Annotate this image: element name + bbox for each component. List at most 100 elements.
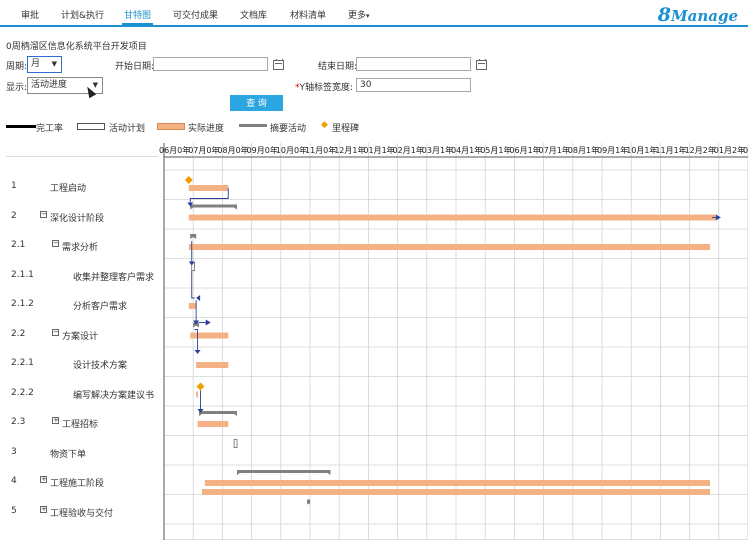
task-name: 方案设计 [62,331,99,342]
task-number: 2.3 [11,417,26,427]
month-tick-label: 03月1年 [422,145,453,155]
task-name: 需求分析 [62,243,99,253]
month-tick-label: 04月1年 [451,145,482,155]
legend-actual-swatch [157,123,185,130]
actual-progress-bar [197,421,229,427]
task-name: 编写解决方案建议书 [73,390,155,401]
end-date-label: 结束日期: [318,62,358,72]
task-row[interactable]: 4 + 工程施工阶段 [6,467,158,496]
task-name: 收集并整理客户需求 [73,272,155,283]
expand-icon[interactable]: + [40,505,47,513]
task-row[interactable]: 2.2 − 方案设计 [6,320,158,349]
calendar-icon[interactable] [273,59,284,70]
actual-progress-bar [196,362,229,368]
task-number: 2.1.2 [11,299,34,309]
expand-icon[interactable]: + [40,476,47,483]
task-number: 1 [11,181,17,191]
task-number: 2.1.1 [11,269,34,280]
actual-progress-bar [188,244,711,250]
month-tick-label: 09月0年 [247,145,278,155]
actual-progress-bar [204,480,711,486]
period-select[interactable]: 月 ▼ [27,56,62,73]
logo-number: 8 [657,4,672,26]
legend-milestone-label: 里程碑 [332,124,360,134]
task-number: 5 [11,505,17,516]
summary-bar [237,470,331,473]
calendar-icon[interactable] [476,59,487,70]
month-tick-label: 11月1年 [655,145,686,155]
task-row[interactable]: 2.1.1 收集并整理客户需求 [6,261,158,290]
month-tick-label: 12月1年 [334,145,365,155]
task-number: 2 [11,210,17,221]
collapse-icon[interactable]: − [52,328,59,336]
month-tick-label: 01月2年 [714,145,745,155]
summary-bar [199,411,237,414]
month-tick-label: 07月0年 [188,145,219,155]
task-name: 设计技术方案 [73,361,128,371]
month-tick-label: 07月1年 [539,145,570,155]
display-value: 活动进度 [31,80,68,90]
month-tick-label: 10月1年 [626,145,657,155]
legend-complete-swatch [6,125,36,128]
tab-bill-of-materials[interactable]: 材料清单 [290,8,326,21]
task-number: 2.2.2 [11,387,34,398]
milestone-diamond-icon: ◆ [321,120,328,130]
gantt-svg: 06月0年07月0年08月0年09月0年10月0年11月0年12月1年01月1年… [159,143,748,540]
tab-gantt[interactable]: 甘特图 [121,8,154,26]
task-row[interactable]: 2.2.1 设计技术方案 [6,349,158,378]
project-title: 0周柄溜区信息化系统平台开发项目 [6,42,147,52]
task-name: 工程启动 [50,184,87,194]
task-row[interactable]: 2.1 − 需求分析 [6,231,158,260]
tab-document-library[interactable]: 文档库 [240,8,267,21]
tab-more[interactable]: 更多▾ [348,8,370,21]
end-date-input[interactable] [356,57,471,71]
task-name: 工程招标 [62,420,99,430]
month-tick-label: 09月1年 [597,145,628,155]
month-tick-label: 08月0年 [217,145,248,155]
expand-icon[interactable]: + [52,417,59,424]
month-tick-label: 10月0年 [276,145,307,155]
actual-progress-bar [188,185,229,191]
actual-progress-bar [188,303,197,309]
query-button[interactable]: 查 询 [230,95,283,111]
dropdown-arrow-icon: ▼ [51,60,57,68]
legend-summary-label: 摘要活动 [270,124,307,134]
collapse-icon[interactable]: − [52,240,59,247]
task-number: 2.2 [11,328,26,339]
y-axis-width-input[interactable]: 30 [356,78,471,92]
collapse-icon[interactable]: − [40,210,47,218]
summary-bar [190,204,237,208]
y-axis-width-label-text: Y轴标签宽度: [299,83,354,93]
start-date-input[interactable] [153,57,268,71]
task-row[interactable]: 2 − 深化设计阶段 [6,202,158,231]
month-tick-label: 11月0年 [305,145,336,155]
task-row[interactable]: 2.3 + 工程招标 [6,408,158,437]
top-navigation: 审批 计划&执行 甘特图 可交付成果 文档库 材料清单 更多▾ 8Manage [0,0,748,27]
y-axis-width-label: *Y轴标签宽度: [295,80,353,93]
start-date-label: 开始日期: [115,62,155,72]
gantt-legend: 完工率 活动计划 实际进度 摘要活动 ◆ 里程碑 [0,119,748,134]
tab-plan-execute[interactable]: 计划&执行 [61,8,104,21]
task-name: 工程施工阶段 [50,479,105,489]
month-tick-label: 12月2年 [685,145,716,155]
task-row[interactable]: 1 工程启动 [6,172,158,201]
task-row[interactable]: 2.2.2 编写解决方案建议书 [6,379,158,408]
task-list: 1 工程启动 2− 深化设计阶段 2.1− 需求分析 2.1.1 收集并整理客户需求 2.1.2… [6,143,158,540]
task-number: 2.2.1 [11,358,34,368]
task-name: 物资下单 [50,449,87,460]
logo: 8Manage [658,4,738,26]
logo-text: Manage [671,7,738,25]
actual-progress-bar [188,214,716,221]
legend-plan-label: 活动计划 [109,124,146,134]
tab-approval[interactable]: 审批 [21,8,39,21]
task-number: 4 [11,476,17,486]
task-row[interactable]: 3 物资下单 [6,438,158,467]
month-tick-label: 05月1年 [480,145,511,155]
month-tick-label: 08月1年 [568,145,599,155]
task-number: 2.1 [11,240,26,250]
task-row[interactable]: 5 + 工程验收与交付 [6,497,158,526]
month-tick-label: 02月1年 [393,145,424,155]
task-row[interactable]: 2.1.2 分析客户需求 [6,290,158,319]
tab-deliverables[interactable]: 可交付成果 [173,8,218,21]
task-list-header [6,143,158,157]
